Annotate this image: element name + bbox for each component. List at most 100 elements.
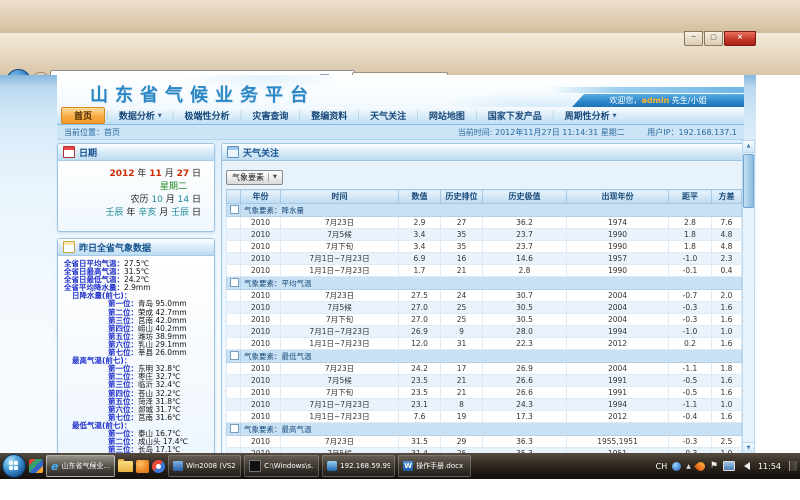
taskbar-clock[interactable]: 11:54 xyxy=(758,462,781,471)
main-panel: 天气关注 气象要素▼ 年份时间数值历史排位历史极值 xyxy=(221,143,744,453)
quick-launch-icon[interactable] xyxy=(29,459,43,473)
table-row: 20107月5候23.52126.61991-0.51.6 xyxy=(227,375,742,387)
table-cell: 6.9 xyxy=(399,253,441,265)
table-cell: 1991 xyxy=(567,375,669,387)
close-button[interactable]: × xyxy=(724,31,756,46)
table-cell: 26.6 xyxy=(483,375,567,387)
nav-item-7[interactable]: 网站地图 xyxy=(420,107,474,124)
username: admin xyxy=(641,96,669,105)
table-row: 20107月1日~7月23日26.9928.01994-1.01.0 xyxy=(227,326,742,338)
nav-item-label: 数据分析 xyxy=(119,109,155,122)
table-cell: 2010 xyxy=(241,290,281,302)
group-title-cell: 气象要素：降水量 xyxy=(241,204,742,217)
rank-label: 第三位： xyxy=(108,445,138,453)
table-cell: 1.0 xyxy=(712,399,742,411)
nav-item-label: 灾害查询 xyxy=(252,109,288,122)
console-icon xyxy=(249,460,261,472)
word-icon: W xyxy=(403,461,413,471)
table-cell: 26.9 xyxy=(483,363,567,375)
show-desktop-button[interactable] xyxy=(789,461,797,471)
nav-item-3[interactable]: 极端性分析 xyxy=(176,107,239,124)
row-expand-cell xyxy=(227,229,241,241)
nav-item-8[interactable]: 国家下发产品 xyxy=(479,107,551,124)
scrollbar-down-arrow[interactable]: ▼ xyxy=(743,442,754,453)
taskbar-task-button[interactable]: C:\Windows\s... xyxy=(244,455,319,477)
table-cell: 2010 xyxy=(241,387,281,399)
table-cell: 7月下旬 xyxy=(281,314,399,326)
table-cell: 7月23日 xyxy=(281,290,399,302)
nav-item-1[interactable]: 首页 xyxy=(61,107,105,124)
browser-app-icon[interactable] xyxy=(152,460,165,473)
nav-item-9[interactable]: 周期性分析▼ xyxy=(556,107,626,124)
security-tray-icon[interactable] xyxy=(694,460,707,473)
table-cell: 7月5候 xyxy=(281,302,399,314)
table-cell: 30.5 xyxy=(483,314,567,326)
table-row: 20107月下旬23.52126.61991-0.51.6 xyxy=(227,387,742,399)
action-center-flag-icon[interactable]: ⚑ xyxy=(710,462,718,471)
explorer-folder-icon[interactable] xyxy=(118,461,133,472)
table-cell: 1.8 xyxy=(669,229,712,241)
pinned-app-icon[interactable] xyxy=(136,460,149,473)
maximize-button[interactable]: ▢ xyxy=(704,31,723,46)
table-cell: 2010 xyxy=(241,241,281,253)
weather-table: 年份时间数值历史排位历史极值出现年份距平方差 气象要素：降水量20107月23日… xyxy=(226,189,742,453)
taskbar-task-button[interactable]: Win2008 (VS2... xyxy=(168,455,241,477)
expand-checkbox[interactable] xyxy=(230,278,239,287)
table-cell: 2010 xyxy=(241,411,281,423)
row-expand-cell xyxy=(227,387,241,399)
page-scrollbar[interactable]: ▲ ▼ xyxy=(742,140,755,453)
expand-checkbox[interactable] xyxy=(230,205,239,214)
nav-item-label: 整编资料 xyxy=(311,109,347,122)
row-expand-cell xyxy=(227,399,241,411)
table-cell: 1月1日~7月23日 xyxy=(281,338,399,350)
taskbar-active-task[interactable]: e 山东省气候业... xyxy=(46,455,115,477)
table-row: 20107月下旬27.02530.52004-0.31.6 xyxy=(227,314,742,326)
row-expand-cell xyxy=(227,338,241,350)
table-cell: 2004 xyxy=(567,302,669,314)
expand-checkbox[interactable] xyxy=(230,424,239,433)
group-title-cell: 气象要素：平均气温 xyxy=(241,277,742,290)
table-cell: 24.3 xyxy=(483,399,567,411)
taskbar-task-button[interactable]: W操作手册.docx ... xyxy=(398,455,471,477)
nav-item-4[interactable]: 灾害查询 xyxy=(243,107,297,124)
table-cell: 2010 xyxy=(241,399,281,411)
table-cell: 21 xyxy=(441,387,483,399)
table-header-cell: 年份 xyxy=(241,190,281,204)
taskbar-task-button[interactable]: 192.168.59.99... xyxy=(322,455,395,477)
start-button[interactable] xyxy=(2,454,26,478)
table-header-cell: 历史排位 xyxy=(441,190,483,204)
remote-icon xyxy=(327,461,337,471)
element-filter-button[interactable]: 气象要素▼ xyxy=(226,170,283,185)
hidden-icons-arrow[interactable]: ▲ xyxy=(686,463,691,470)
minimize-button[interactable]: ─ xyxy=(684,31,703,46)
scrollbar-up-arrow[interactable]: ▲ xyxy=(743,141,754,153)
table-cell: -1.1 xyxy=(669,399,712,411)
table-cell: 2010 xyxy=(241,265,281,277)
volume-icon[interactable] xyxy=(740,462,750,470)
row-expand-cell xyxy=(227,217,241,229)
group-title-cell: 气象要素：最低气温 xyxy=(241,350,742,363)
table-row: 20101月1日~7月23日1.7212.81990-0.10.4 xyxy=(227,265,742,277)
table-cell: 31 xyxy=(441,338,483,350)
messenger-tray-icon[interactable] xyxy=(672,462,681,471)
table-cell: 7月1日~7月23日 xyxy=(281,326,399,338)
nav-item-6[interactable]: 天气关注 xyxy=(361,107,415,124)
table-cell: 16 xyxy=(441,253,483,265)
table-cell: 2010 xyxy=(241,302,281,314)
scrollbar-thumb[interactable] xyxy=(743,154,754,208)
group-title-cell: 气象要素：最高气温 xyxy=(241,423,742,436)
table-cell: 2.9 xyxy=(399,217,441,229)
language-indicator[interactable]: CH xyxy=(656,462,668,471)
group-expand-cell xyxy=(227,204,241,217)
table-group-row: 气象要素：最低气温 xyxy=(227,350,742,363)
browser-chrome: ← → e http://192.168.137.1/GLCCLIMATE/mo… xyxy=(0,33,800,76)
nav-item-5[interactable]: 整编资料 xyxy=(302,107,356,124)
expand-checkbox[interactable] xyxy=(230,351,239,360)
network-icon[interactable] xyxy=(723,461,735,471)
task-label: C:\Windows\s... xyxy=(264,462,314,470)
table-cell: 2004 xyxy=(567,363,669,375)
table-row: 20107月23日2.92736.219742.87.6 xyxy=(227,217,742,229)
nav-item-2[interactable]: 数据分析▼ xyxy=(110,107,171,124)
table-cell: 27 xyxy=(441,217,483,229)
vm-icon xyxy=(173,461,183,471)
